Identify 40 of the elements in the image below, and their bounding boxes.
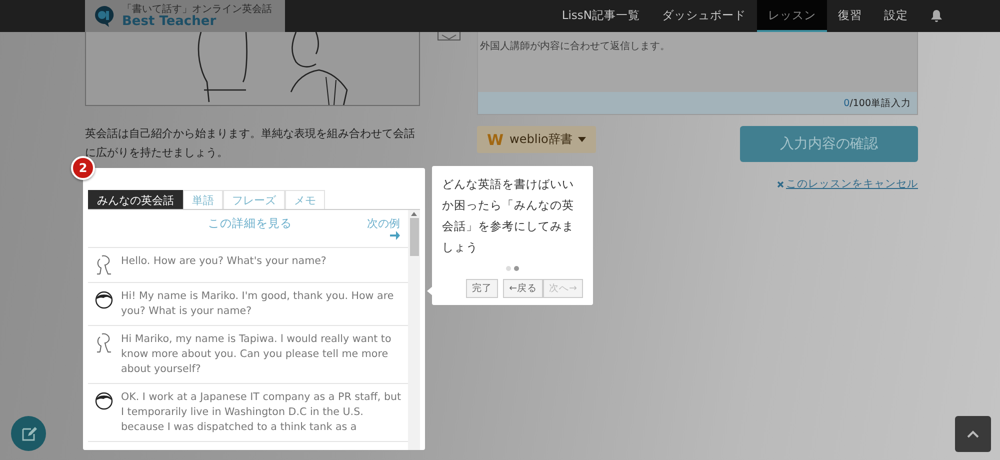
scroll-up-icon[interactable] [411,212,417,216]
chevron-up-icon [967,430,979,438]
logo-name: Best Teacher [122,14,218,28]
close-icon [777,180,784,188]
back-button[interactable]: ←戻る [503,279,544,298]
edit-icon [20,426,36,442]
nav-item[interactable]: LissN記事一覧 [550,0,651,32]
tooltip-text: どんな英語を書けばいいか困ったら「みんなの英会話」を参考にしてみましょう [442,176,575,256]
nav-item[interactable]: レッスン [757,0,827,32]
message-text: Hello. How are you? What's your name? [121,254,328,269]
logo-tagline: 「書いて話す」オンライン英会話 [122,4,272,14]
step-badge: 2 [71,156,95,180]
caret-icon [578,137,586,142]
message-text: Hi! My name is Mariko. I'm good, thank you. How are you? What is your name? [121,289,395,319]
arrow-right-icon [390,231,400,240]
step-dot[interactable] [514,266,519,271]
person-icon [94,390,114,412]
person-icon [94,289,114,311]
message-text: Hi Mariko, my name is Tapiwa. l would really want to know more about you. Can you please tell me more about yourself? [121,332,392,377]
message-text: OK. I work at a Japanese IT company as a PR staff, but I temporarily live in Washington D.C in the U.S. because I was dispatched to a think tank as a [121,390,402,435]
scrollbar[interactable] [408,210,420,450]
nav-item[interactable]: ダッシュボード [651,0,757,32]
answer-box[interactable]: 外国人講師が内容に合わせて返信します。 0/100単語入力 [477,32,918,115]
done-button[interactable]: 完了 [466,279,498,298]
scroll-top-button[interactable] [955,416,991,452]
nav-item[interactable]: 復習 [827,0,873,32]
answer-hint: 外国人講師が内容に合わせて返信します。 [479,40,671,54]
sketch-figure-icon [94,332,114,354]
scrollbar-thumb[interactable] [410,218,418,256]
panel-tab[interactable]: みんなの英会話 [88,190,183,209]
logo[interactable]: 「書いて話す」オンライン英会話 Best Teacher [85,0,285,32]
edit-button[interactable] [11,416,46,451]
bell-icon[interactable] [931,10,942,22]
step-dot[interactable] [506,266,511,271]
cancel-link[interactable]: このレッスンをキャンセル [777,177,918,191]
sketch-figure-icon [94,254,114,276]
nav-item[interactable]: 設定 [873,0,919,32]
mail-icon [436,32,460,41]
word-counter: 0/100単語入力 [478,92,917,114]
dictionary-button[interactable]: W weblio辞書 [477,126,596,153]
